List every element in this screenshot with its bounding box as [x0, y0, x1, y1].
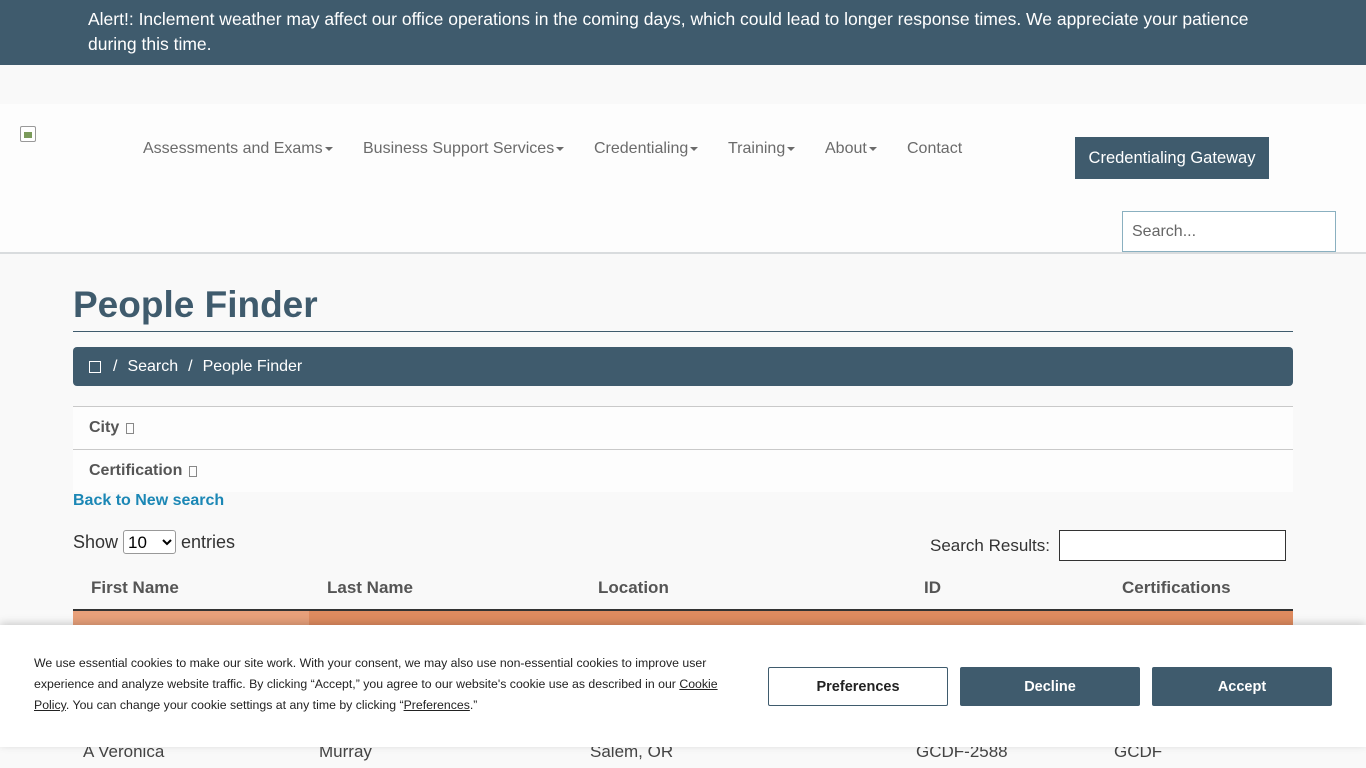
- table-header: First Name Last Name Location ID Certifi…: [73, 567, 1293, 611]
- cookie-preferences-button[interactable]: Preferences: [768, 667, 948, 706]
- caret-down-icon: [787, 146, 796, 151]
- site-search-input[interactable]: [1122, 211, 1336, 252]
- cookie-decline-button[interactable]: Decline: [960, 667, 1140, 706]
- column-header-first-name[interactable]: First Name: [91, 578, 179, 598]
- filter-toggle-icon: [126, 422, 135, 434]
- alert-text: Alert!: Inclement weather may affect our…: [88, 9, 1249, 54]
- cookie-message: We use essential cookies to make our sit…: [34, 656, 718, 712]
- caret-down-icon: [556, 146, 565, 151]
- cookie-banner: We use essential cookies to make our sit…: [0, 625, 1366, 747]
- logo-image[interactable]: [20, 126, 36, 142]
- results-search-input[interactable]: [1059, 530, 1286, 561]
- nav-contact[interactable]: Contact: [907, 140, 962, 158]
- entries-select[interactable]: 10 25 50 100: [123, 530, 177, 554]
- show-entries-control: Show 10 25 50 100 entries: [73, 530, 235, 554]
- column-header-last-name[interactable]: Last Name: [327, 578, 413, 598]
- nav-about[interactable]: About: [825, 140, 877, 158]
- column-header-location[interactable]: Location: [598, 578, 669, 598]
- filter-label: Certification: [89, 462, 183, 479]
- nav-business-support-services[interactable]: Business Support Services: [363, 140, 565, 158]
- nav-credentialing[interactable]: Credentialing: [594, 140, 699, 158]
- alert-banner: Alert!: Inclement weather may affect our…: [0, 0, 1366, 65]
- entries-label: entries: [181, 531, 236, 552]
- column-header-id[interactable]: ID: [924, 578, 941, 598]
- filter-city[interactable]: City: [73, 406, 1293, 449]
- credentialing-gateway-button[interactable]: Credentialing Gateway: [1075, 137, 1269, 179]
- filter-certification[interactable]: Certification: [73, 449, 1293, 492]
- filter-toggle-icon: [189, 465, 198, 477]
- caret-down-icon: [868, 146, 877, 151]
- nav-training[interactable]: Training: [728, 140, 796, 158]
- caret-down-icon: [690, 146, 699, 151]
- cookie-accept-button[interactable]: Accept: [1152, 667, 1332, 706]
- back-to-new-search-link[interactable]: Back to New search: [73, 492, 224, 510]
- preferences-link[interactable]: Preferences: [404, 698, 470, 712]
- results-search: Search Results:: [930, 530, 1286, 561]
- results-search-label: Search Results:: [930, 535, 1050, 555]
- breadcrumb-separator: /: [188, 357, 193, 375]
- home-icon[interactable]: [89, 360, 101, 373]
- site-header: Assessments and Exams Business Support S…: [0, 104, 1366, 254]
- show-label: Show: [73, 531, 119, 552]
- breadcrumb-item-people-finder: People Finder: [202, 357, 303, 375]
- page-title: People Finder: [73, 283, 1293, 332]
- breadcrumb-separator: /: [113, 357, 118, 375]
- column-header-certifications[interactable]: Certifications: [1122, 578, 1231, 598]
- breadcrumb: / Search / People Finder: [73, 347, 1293, 386]
- nav-assessments-and-exams[interactable]: Assessments and Exams: [143, 140, 333, 158]
- filter-label: City: [89, 419, 120, 436]
- breadcrumb-item-search[interactable]: Search: [127, 358, 178, 376]
- caret-down-icon: [324, 146, 333, 151]
